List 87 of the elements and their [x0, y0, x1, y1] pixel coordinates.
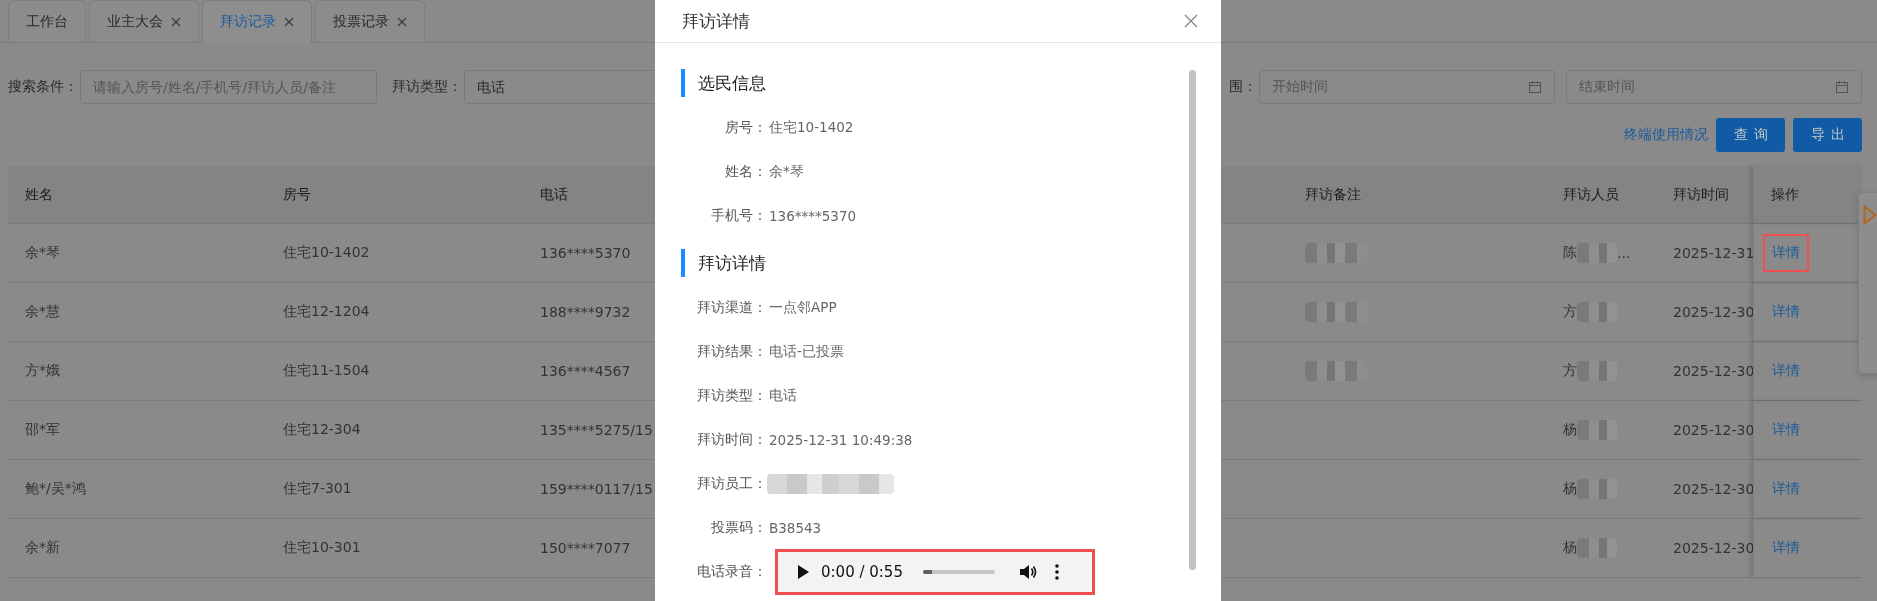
table-cell: 鲍*/吴*鸿	[25, 480, 86, 498]
field-label: 投票码：	[710, 519, 767, 537]
table-cell: 住宅7-301	[283, 480, 352, 498]
table-cell: 余*慧	[25, 303, 60, 321]
details-link[interactable]: 详情	[1763, 293, 1809, 331]
table-cell: 188****9732	[540, 304, 631, 320]
details-link[interactable]: 详情	[1763, 470, 1809, 508]
tab[interactable]: 拜访记录	[202, 0, 312, 43]
close-icon[interactable]	[397, 16, 407, 27]
table-cell: 邵*军	[25, 421, 60, 439]
time-text: 0:00 / 0:55	[821, 563, 903, 581]
field-label: 房号：	[724, 119, 767, 137]
table-cell: 方	[1563, 303, 1577, 321]
table-cell: 2025-12-30	[1673, 540, 1753, 556]
column-header: 操作	[1771, 185, 1799, 204]
table-cell: 2025-12-31	[1673, 245, 1753, 261]
tab[interactable]: 工作台	[8, 0, 86, 42]
filter-label: 围：	[1229, 78, 1257, 96]
field-value: 一点邻APP	[768, 299, 837, 317]
table-cell: 2025-12-30	[1673, 422, 1753, 438]
column-header: 拜访人员	[1563, 185, 1619, 204]
scrollbar[interactable]	[1189, 70, 1196, 570]
details-link[interactable]: 详情	[1763, 411, 1809, 449]
field-value: 余*琴	[768, 163, 804, 181]
table-cell: 方*娥	[25, 362, 60, 380]
field-label: 电话录音：	[696, 563, 767, 581]
table-cell: 杨	[1563, 480, 1577, 498]
table-cell: 陈	[1563, 244, 1577, 262]
ellipsis-text: ...	[1617, 245, 1631, 261]
table-cell: 住宅10-301	[283, 539, 361, 557]
table-cell: 杨	[1563, 539, 1577, 557]
column-header: 电话	[540, 185, 568, 204]
more-icon[interactable]	[1054, 564, 1059, 580]
link[interactable]: 终端使用情况	[1624, 126, 1708, 144]
column-header: 姓名	[25, 185, 53, 204]
table-cell: 2025-12-30	[1673, 363, 1753, 379]
close-icon[interactable]	[171, 16, 181, 27]
field-label: 手机号：	[710, 207, 767, 225]
column-header: 拜访时间	[1673, 185, 1729, 204]
dialog-title: 拜访详情	[682, 9, 750, 33]
filter-label: 搜索条件：	[8, 78, 78, 96]
table-cell: 住宅12-1204	[283, 303, 370, 321]
field-label: 拜访类型：	[696, 387, 767, 405]
table-cell: 余*琴	[25, 244, 60, 262]
table-cell: 杨	[1563, 421, 1577, 439]
tab[interactable]: 投票记录	[315, 0, 425, 42]
button[interactable]: 查询	[1716, 118, 1785, 152]
progress-slider[interactable]	[922, 570, 995, 574]
field-value: 2025-12-31 10:49:38	[768, 432, 913, 448]
column-header: 拜访备注	[1305, 185, 1361, 204]
tab[interactable]: 业主大会	[89, 0, 199, 42]
field-value: 住宅10-1402	[768, 119, 854, 137]
calendar-icon	[1528, 80, 1542, 94]
column-header: 房号	[283, 185, 311, 204]
table-cell: 住宅10-1402	[283, 244, 370, 262]
close-icon[interactable]	[284, 17, 294, 27]
table-cell: 159****0117/15	[540, 481, 653, 497]
field-value: 电话	[768, 387, 797, 405]
field-label: 拜访结果：	[696, 343, 767, 361]
button[interactable]: 导出	[1793, 118, 1862, 152]
field-label: 拜访时间：	[696, 431, 767, 449]
table-cell: 住宅11-1504	[283, 362, 370, 380]
table-cell: 136****4567	[540, 363, 631, 379]
table-cell: 150****7077	[540, 540, 631, 556]
table-cell: 135****5275/15	[540, 422, 653, 438]
table-cell: 住宅12-304	[283, 421, 361, 439]
field-label: 姓名：	[724, 163, 767, 181]
filter-label: 拜访类型：	[392, 78, 462, 96]
table-cell: 136****5370	[540, 245, 631, 261]
field-label: 拜访渠道：	[696, 299, 767, 317]
table-cell: 2025-12-30	[1673, 481, 1753, 497]
close-icon[interactable]	[1184, 14, 1198, 28]
field-value: B38543	[768, 520, 822, 536]
field-value: 136****5370	[768, 208, 857, 224]
table-cell: 2025-12-30	[1673, 304, 1753, 320]
details-link[interactable]: 详情	[1763, 234, 1809, 272]
field-label: 拜访员工：	[696, 475, 767, 493]
audio-player[interactable]: 0:00 / 0:55	[775, 549, 1095, 595]
details-link[interactable]: 详情	[1763, 352, 1809, 390]
play-icon[interactable]	[797, 565, 809, 579]
volume-icon[interactable]	[1018, 564, 1037, 580]
table-cell: 余*新	[25, 539, 60, 557]
table-cell: 方	[1563, 362, 1577, 380]
triangle-icon	[1863, 205, 1877, 225]
field-value: 电话-已投票	[768, 343, 844, 361]
details-link[interactable]: 详情	[1763, 529, 1809, 567]
calendar-icon	[1835, 80, 1849, 94]
